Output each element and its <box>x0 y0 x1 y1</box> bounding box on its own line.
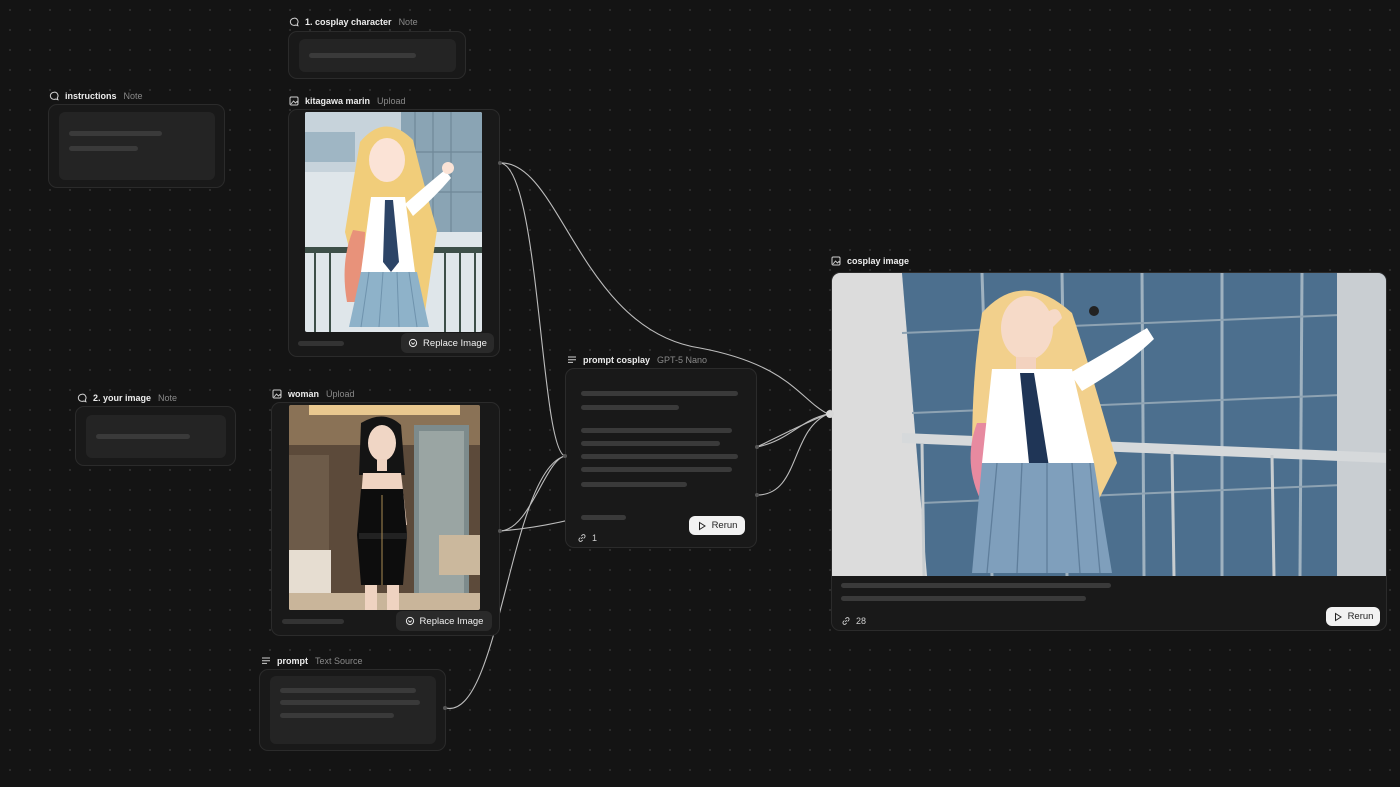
edge-prompt-cosplay-to-output-a <box>756 413 829 448</box>
text-placeholder <box>581 482 687 487</box>
prompt-type: Text Source <box>315 656 363 666</box>
prompt-cosplay-title: prompt cosplay <box>583 355 651 365</box>
your-image-title: 2. your image <box>93 393 152 403</box>
input-port[interactable] <box>563 454 567 458</box>
woman-type: Upload <box>326 389 355 399</box>
woman-title: woman <box>288 389 320 399</box>
note-content <box>86 415 226 458</box>
filename-placeholder <box>298 341 344 346</box>
cosplay-image-output-node[interactable]: Rerun 28 <box>831 272 1387 631</box>
output-port[interactable] <box>443 706 447 710</box>
kitagawa-marin-type: Upload <box>377 96 406 106</box>
text-placeholder <box>69 146 138 151</box>
output-port[interactable] <box>755 445 759 449</box>
text-placeholder <box>280 688 416 693</box>
cosplay-character-header: 1. cosplay character Note <box>289 16 418 28</box>
text-placeholder <box>581 467 732 472</box>
speech-bubble-icon <box>77 393 87 403</box>
text-placeholder <box>280 700 420 705</box>
speech-bubble-icon <box>289 17 299 27</box>
refresh-icon <box>405 616 414 626</box>
prompt-text-source-node[interactable] <box>259 669 446 751</box>
text-placeholder <box>280 713 394 718</box>
instructions-header: instructions Note <box>49 90 143 102</box>
generated-cosplay-image <box>832 273 1386 576</box>
rerun-button[interactable]: Rerun <box>1326 607 1380 626</box>
output-port[interactable] <box>498 529 502 533</box>
text-placeholder <box>841 596 1086 601</box>
kitagawa-marin-upload-node[interactable]: Replace Image <box>288 109 500 357</box>
rerun-label: Rerun <box>1347 611 1374 622</box>
note-content <box>299 39 456 72</box>
anime-character-image <box>305 112 482 332</box>
prompt-cosplay-llm-node[interactable]: Rerun 1 <box>565 368 757 548</box>
replace-image-label: Replace Image <box>423 337 487 349</box>
text-source-content <box>270 676 436 744</box>
prompt-title: prompt <box>277 656 308 666</box>
filename-placeholder <box>282 619 344 624</box>
text-placeholder <box>841 583 1111 588</box>
edge-marin-to-prompt-cosplay <box>499 162 566 457</box>
instructions-note[interactable] <box>48 104 225 188</box>
woman-photo-image <box>289 405 480 610</box>
text-placeholder <box>581 391 738 396</box>
run-count: 1 <box>577 533 597 543</box>
your-image-note[interactable] <box>75 406 236 466</box>
text-placeholder <box>581 428 732 433</box>
rerun-button[interactable]: Rerun <box>689 516 745 535</box>
instructions-type: Note <box>123 91 143 101</box>
edge-prompt-cosplay-to-output-b <box>756 413 829 496</box>
meta-placeholder <box>581 515 626 520</box>
rerun-label: Rerun <box>711 520 738 531</box>
replace-image-button[interactable]: Replace Image <box>401 333 494 353</box>
run-count-value: 28 <box>856 616 867 626</box>
text-placeholder <box>581 454 738 459</box>
edge-woman-to-prompt-cosplay <box>499 455 566 532</box>
text-placeholder <box>309 53 416 58</box>
image-icon <box>272 389 282 399</box>
woman-header: woman Upload <box>272 388 355 400</box>
kitagawa-marin-header: kitagawa marin Upload <box>289 95 406 107</box>
prompt-cosplay-model: GPT-5 Nano <box>657 355 708 365</box>
play-icon <box>698 521 706 530</box>
text-lines-icon <box>262 657 270 664</box>
text-placeholder <box>581 405 679 410</box>
note-content <box>59 112 215 180</box>
link-icon <box>842 617 850 625</box>
output-port[interactable] <box>498 161 502 165</box>
play-icon <box>1334 612 1342 621</box>
refresh-icon <box>408 338 418 348</box>
your-image-header: 2. your image Note <box>77 392 177 404</box>
text-placeholder <box>581 441 720 446</box>
replace-image-label: Replace Image <box>419 615 484 627</box>
cosplay-image-header: cosplay image <box>831 255 909 267</box>
speech-bubble-icon <box>49 91 59 101</box>
output-port[interactable] <box>755 493 759 497</box>
text-placeholder <box>69 131 162 136</box>
cosplay-character-type: Note <box>398 17 418 27</box>
instructions-title: instructions <box>65 91 117 101</box>
woman-upload-node[interactable]: Replace Image <box>271 402 500 636</box>
cosplay-character-title: 1. cosplay character <box>305 17 392 27</box>
your-image-type: Note <box>158 393 178 403</box>
text-lines-icon <box>568 356 576 363</box>
prompt-header: prompt Text Source <box>261 655 363 667</box>
input-port-hub[interactable] <box>826 410 834 418</box>
image-icon <box>831 256 841 266</box>
image-icon <box>289 96 299 106</box>
text-placeholder <box>96 434 190 439</box>
link-icon <box>578 534 586 542</box>
run-count: 28 <box>841 616 866 626</box>
cosplay-image-title: cosplay image <box>847 256 910 266</box>
replace-image-button[interactable]: Replace Image <box>396 611 492 631</box>
cosplay-character-note[interactable] <box>288 31 466 79</box>
kitagawa-marin-title: kitagawa marin <box>305 96 371 106</box>
prompt-cosplay-header: prompt cosplay GPT-5 Nano <box>567 354 707 366</box>
run-count-value: 1 <box>592 533 598 543</box>
